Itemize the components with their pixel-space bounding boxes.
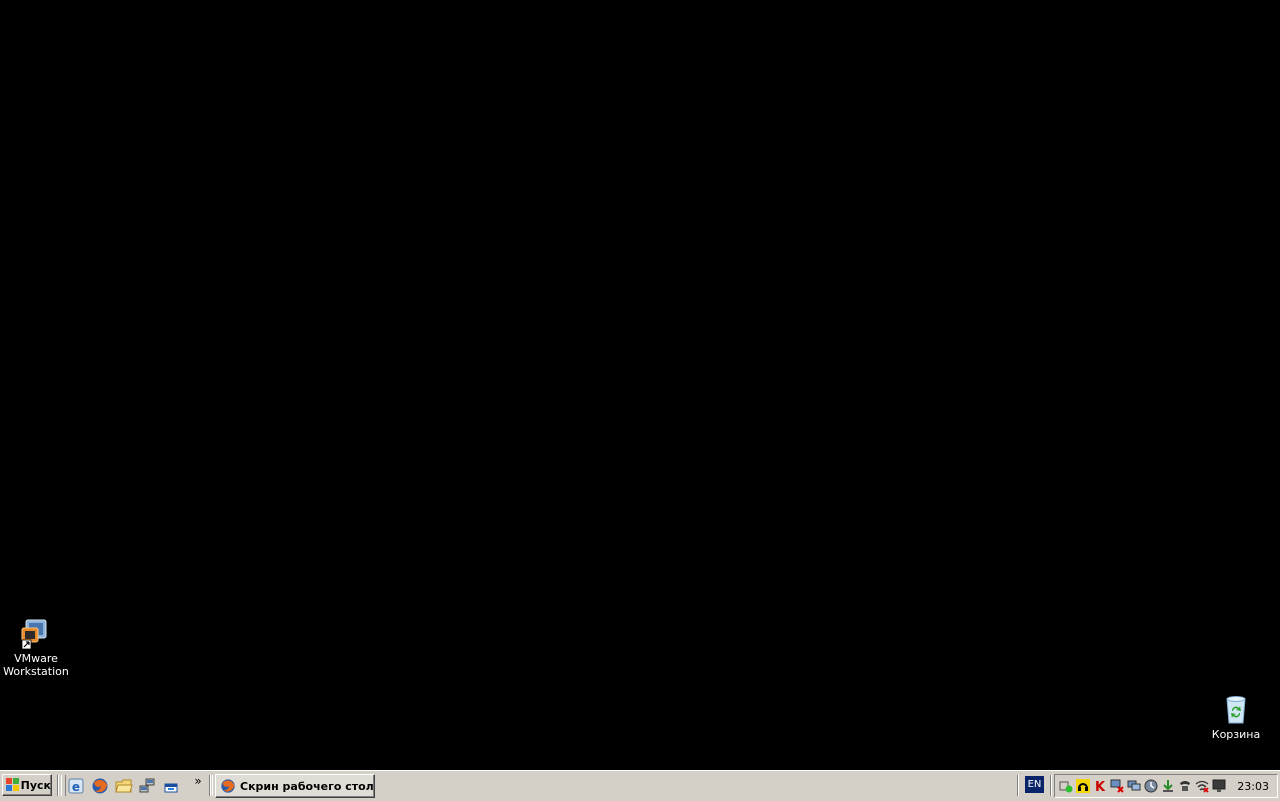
display-icon[interactable]	[1212, 779, 1226, 793]
wifi-icon[interactable]	[1195, 779, 1209, 793]
taskbar-separator	[1017, 775, 1019, 796]
green-status-icon[interactable]	[1059, 779, 1073, 793]
ie-icon[interactable]: e	[67, 777, 85, 795]
vmware-icon	[20, 618, 52, 650]
desktop-icon-recycle-bin[interactable]: Корзина	[1200, 694, 1272, 741]
language-indicator[interactable]: EN	[1025, 776, 1044, 793]
headset-icon[interactable]	[1076, 779, 1090, 793]
monitor-icon[interactable]	[1127, 779, 1141, 793]
firefox-icon[interactable]	[91, 777, 109, 795]
start-button[interactable]: Пуск	[2, 774, 52, 796]
quicklaunch-more-button[interactable]: »	[191, 775, 205, 789]
desktop-icon-label: Корзина	[1211, 728, 1261, 741]
network-disconnected-icon[interactable]	[1110, 779, 1124, 793]
clock[interactable]: 23:03	[1237, 780, 1269, 793]
show-desktop-icon[interactable]	[162, 777, 180, 795]
desktop-icon-label: Workstation	[3, 665, 69, 678]
recycle-bin-icon	[1220, 694, 1252, 726]
network-icon[interactable]	[138, 777, 156, 795]
task-button-firefox[interactable]: Скрин рабочего стол...	[215, 774, 375, 798]
task-button-label: Скрин рабочего стол...	[240, 779, 375, 793]
system-tray: K 23:03	[1054, 774, 1278, 798]
svg-text:e: e	[72, 780, 80, 794]
desktop-icon-label: VMware	[14, 652, 58, 665]
download-icon[interactable]	[1161, 779, 1175, 793]
svg-text:K: K	[1095, 780, 1106, 793]
desktop[interactable]: VMware Workstation Корзина	[0, 0, 1280, 770]
windows-logo-icon	[6, 778, 19, 792]
start-label: Пуск	[20, 778, 51, 792]
taskbar-separator	[57, 775, 59, 796]
taskbar-separator	[1050, 775, 1052, 796]
kaspersky-icon[interactable]: K	[1093, 779, 1107, 795]
taskbar: Пуск e » Скрин рабочего стол... EN K 23:…	[0, 770, 1280, 801]
clock-sync-icon[interactable]	[1144, 779, 1158, 793]
folder-icon[interactable]	[115, 777, 133, 795]
taskbar-separator	[209, 775, 211, 796]
desktop-icon-vmware[interactable]: VMware Workstation	[0, 618, 72, 678]
firefox-icon	[220, 778, 236, 794]
quicklaunch-grip[interactable]	[61, 775, 66, 796]
phone-icon[interactable]	[1178, 779, 1192, 793]
